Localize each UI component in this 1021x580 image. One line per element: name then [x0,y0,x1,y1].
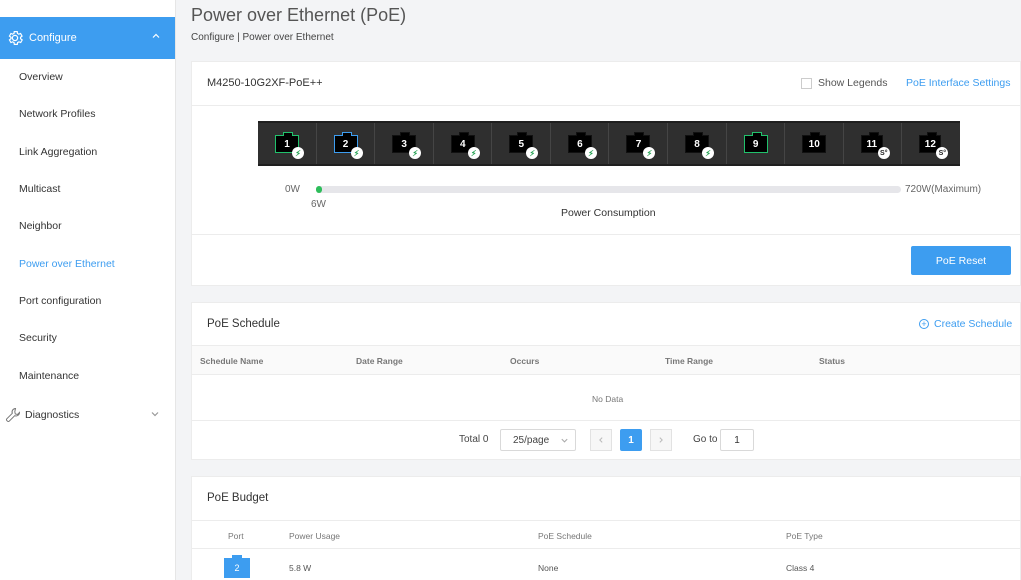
port-jack: 10 [802,132,827,153]
divider [192,234,1020,235]
port-4[interactable]: 4 ⚡︎ [434,123,493,164]
port-6[interactable]: 6 ⚡︎ [551,123,610,164]
sidebar-item-multicast[interactable]: Multicast [19,183,60,195]
switch-front-panel: 1 ⚡︎ 2 ⚡︎ 3 ⚡︎ 4 ⚡︎ 5 ⚡︎ 6 ⚡︎ 7 ⚡︎ 8 ⚡︎ 9 10 11 S… [258,121,960,166]
sfp-icon: S° [877,147,890,159]
create-schedule-link[interactable]: + Create Schedule [919,318,1012,330]
empty-state: No Data [592,394,624,404]
column-header: Port [228,531,244,541]
power-used-label: 6W [311,199,326,210]
show-legends-label[interactable]: Show Legends [818,77,887,89]
sidebar-item-maintenance[interactable]: Maintenance [19,370,79,382]
lightning-icon: ⚡︎ [409,147,422,159]
create-schedule-label: Create Schedule [934,318,1013,330]
plus-circle-icon: + [919,319,929,329]
port-5[interactable]: 5 ⚡︎ [492,123,551,164]
column-header: Time Range [665,356,714,366]
port-10[interactable]: 10 [785,123,844,164]
port-7[interactable]: 7 ⚡︎ [609,123,669,164]
current-page-button[interactable]: 1 [620,429,642,451]
schedule-table-header: Schedule Name Date Range Occurs Time Ran… [192,345,1020,375]
power-consumption-fill [316,186,322,193]
lightning-icon: ⚡︎ [643,147,656,159]
sidebar-item-diagnostics[interactable]: Diagnostics [5,406,170,424]
port-12[interactable]: 12 S° [902,123,960,164]
poe-schedule-card: PoE Schedule + Create Schedule Schedule … [191,302,1021,460]
column-header: PoE Schedule [538,531,592,541]
lightning-icon: ⚡︎ [350,147,363,159]
goto-label: Go to [693,434,718,445]
goto-page-input[interactable] [720,429,754,451]
sidebar-configure-label: Configure [29,32,77,44]
poe-schedule-cell: None [538,563,559,573]
port-9[interactable]: 9 [727,123,786,164]
sidebar-item-power-over-ethernet[interactable]: Power over Ethernet [19,258,115,270]
power-consumption-caption: Power Consumption [561,207,656,219]
chevron-down-icon [560,436,569,448]
lightning-icon: ⚡︎ [702,147,715,159]
sidebar: Configure Overview Network Profiles Link… [0,0,176,580]
sidebar-item-network-profiles[interactable]: Network Profiles [19,108,95,120]
divider [192,105,1020,106]
page-size-select[interactable]: 25/page [500,429,576,451]
show-legends-checkbox[interactable] [801,78,812,89]
budget-table-header: Port Power Usage PoE Schedule PoE Type [192,520,1020,549]
page-title: Power over Ethernet (PoE) [191,5,407,25]
sidebar-diagnostics-label: Diagnostics [25,409,80,421]
poe-reset-button[interactable]: PoE Reset [911,246,1011,275]
column-header: Date Range [356,356,403,366]
sidebar-item-link-aggregation[interactable]: Link Aggregation [19,146,97,158]
lightning-icon: ⚡︎ [467,147,480,159]
port-jack: 9 [743,132,768,153]
next-page-button[interactable] [650,429,672,451]
page-size-value: 25/page [513,434,550,446]
column-header: Occurs [510,356,540,366]
port-3[interactable]: 3 ⚡︎ [375,123,434,164]
wrench-icon [5,407,21,423]
sidebar-item-neighbor[interactable]: Neighbor [19,220,62,232]
chevron-left-icon [599,437,603,443]
port-1[interactable]: 1 ⚡︎ [258,123,317,164]
pagination-total: Total 0 [459,434,489,445]
sfp-icon: S° [936,147,949,159]
poe-budget-card: PoE Budget Port Power Usage PoE Schedule… [191,476,1021,580]
column-header: Power Usage [289,531,341,541]
port-8[interactable]: 8 ⚡︎ [668,123,727,164]
power-usage-cell: 5.8 W [289,563,312,573]
lightning-icon: ⚡︎ [292,147,304,159]
sidebar-item-configure[interactable]: Configure [0,17,175,59]
poe-interface-settings-link[interactable]: PoE Interface Settings [906,77,1010,89]
power-consumption-bar [316,186,901,193]
column-header: Schedule Name [200,356,264,366]
device-name: M4250-10G2XF-PoE++ [207,77,323,89]
poe-type-cell: Class 4 [786,563,815,573]
poe-schedule-title: PoE Schedule [207,318,280,330]
column-header: Status [819,356,845,366]
divider [192,420,1020,421]
breadcrumb: Configure | Power over Ethernet [191,32,334,43]
sidebar-item-overview[interactable]: Overview [19,71,63,83]
chevron-up-icon [151,31,161,44]
device-card: M4250-10G2XF-PoE++ Show Legends PoE Inte… [191,61,1021,286]
port-badge: 2 [224,555,250,578]
power-min-label: 0W [285,184,300,195]
sidebar-item-port-configuration[interactable]: Port configuration [19,295,101,307]
lightning-icon: ⚡︎ [526,147,539,159]
gear-icon [6,29,24,47]
port-11[interactable]: 11 S° [844,123,903,164]
sidebar-item-security[interactable]: Security [19,332,57,344]
poe-budget-title: PoE Budget [207,492,269,504]
prev-page-button[interactable] [590,429,612,451]
chevron-right-icon [659,437,663,443]
port-2[interactable]: 2 ⚡︎ [317,123,376,164]
lightning-icon: ⚡︎ [584,147,597,159]
power-max-label: 720W(Maximum) [905,184,982,195]
chevron-down-icon [150,409,160,422]
column-header: PoE Type [786,531,823,541]
